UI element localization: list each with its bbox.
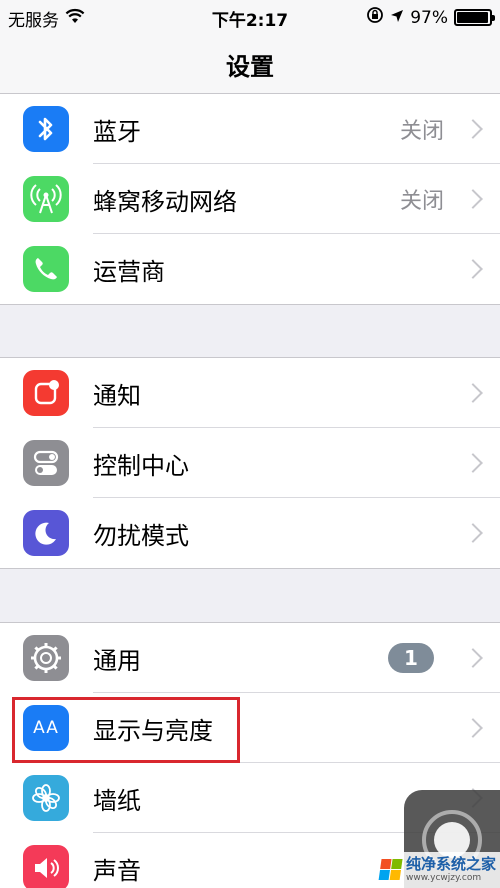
chevron-right-icon (463, 523, 483, 543)
chevron-right-icon (463, 648, 483, 668)
notification-icon (23, 370, 69, 416)
row-label: 墙纸 (93, 786, 141, 815)
moon-icon (23, 510, 69, 556)
row-do-not-disturb[interactable]: 勿扰模式 (0, 498, 500, 568)
row-label: 通用 (93, 646, 141, 675)
row-notifications[interactable]: 通知 (0, 358, 500, 428)
chevron-right-icon (463, 383, 483, 403)
location-arrow-icon (390, 8, 404, 28)
chevron-right-icon (463, 453, 483, 473)
row-label: 运营商 (93, 257, 165, 286)
row-control-center[interactable]: 控制中心 (0, 428, 500, 498)
text-size-icon: AA (23, 705, 69, 751)
watermark-url: www.ycwjzy.com (406, 873, 482, 883)
chevron-right-icon (463, 259, 483, 279)
row-cellular[interactable]: 蜂窝移动网络 关闭 (0, 164, 500, 234)
watermark-text: 纯净系统之家 (406, 855, 497, 873)
row-bluetooth[interactable]: 蓝牙 关闭 (0, 94, 500, 164)
row-label: 通知 (93, 381, 141, 410)
chevron-right-icon (463, 718, 483, 738)
nav-bar: 设置 (0, 34, 500, 100)
row-label: 显示与亮度 (93, 716, 213, 745)
toggles-icon (23, 440, 69, 486)
text-size-glyph: AA (33, 718, 59, 738)
row-value: 关闭 (399, 119, 444, 144)
windows-logo-icon (378, 859, 403, 881)
row-label: 控制中心 (93, 451, 189, 480)
row-label: 声音 (93, 856, 141, 885)
flower-icon (23, 775, 69, 821)
row-carrier[interactable]: 运营商 (0, 234, 500, 304)
settings-group-notifications: 通知 控制中心 勿扰模式 (0, 357, 500, 569)
row-value: 关闭 (399, 189, 444, 214)
watermark: 纯净系统之家 www.ycwjzy.com (376, 852, 500, 888)
row-label: 蜂窝移动网络 (93, 187, 237, 216)
row-label: 勿扰模式 (93, 521, 189, 550)
rotation-lock-icon (366, 6, 384, 29)
status-bar: 无服务 下午2:17 97% (0, 0, 500, 34)
battery-fill (457, 12, 489, 23)
battery-percent: 97% (410, 7, 448, 28)
battery-icon (454, 9, 495, 26)
page-title: 设置 (226, 53, 274, 81)
row-general[interactable]: 通用 1 (0, 623, 500, 693)
gear-icon (23, 635, 69, 681)
row-label: 蓝牙 (93, 117, 141, 146)
status-right: 97% (366, 6, 495, 29)
chevron-right-icon (463, 119, 483, 139)
chevron-right-icon (463, 189, 483, 209)
settings-group-connectivity: 蓝牙 关闭 蜂窝移动网络 关闭 运营商 (0, 93, 500, 305)
bluetooth-icon (23, 106, 69, 152)
speaker-icon (23, 845, 69, 888)
update-badge: 1 (388, 643, 434, 673)
antenna-icon (23, 176, 69, 222)
row-display-brightness[interactable]: AA 显示与亮度 (0, 693, 500, 763)
phone-icon (23, 246, 69, 292)
